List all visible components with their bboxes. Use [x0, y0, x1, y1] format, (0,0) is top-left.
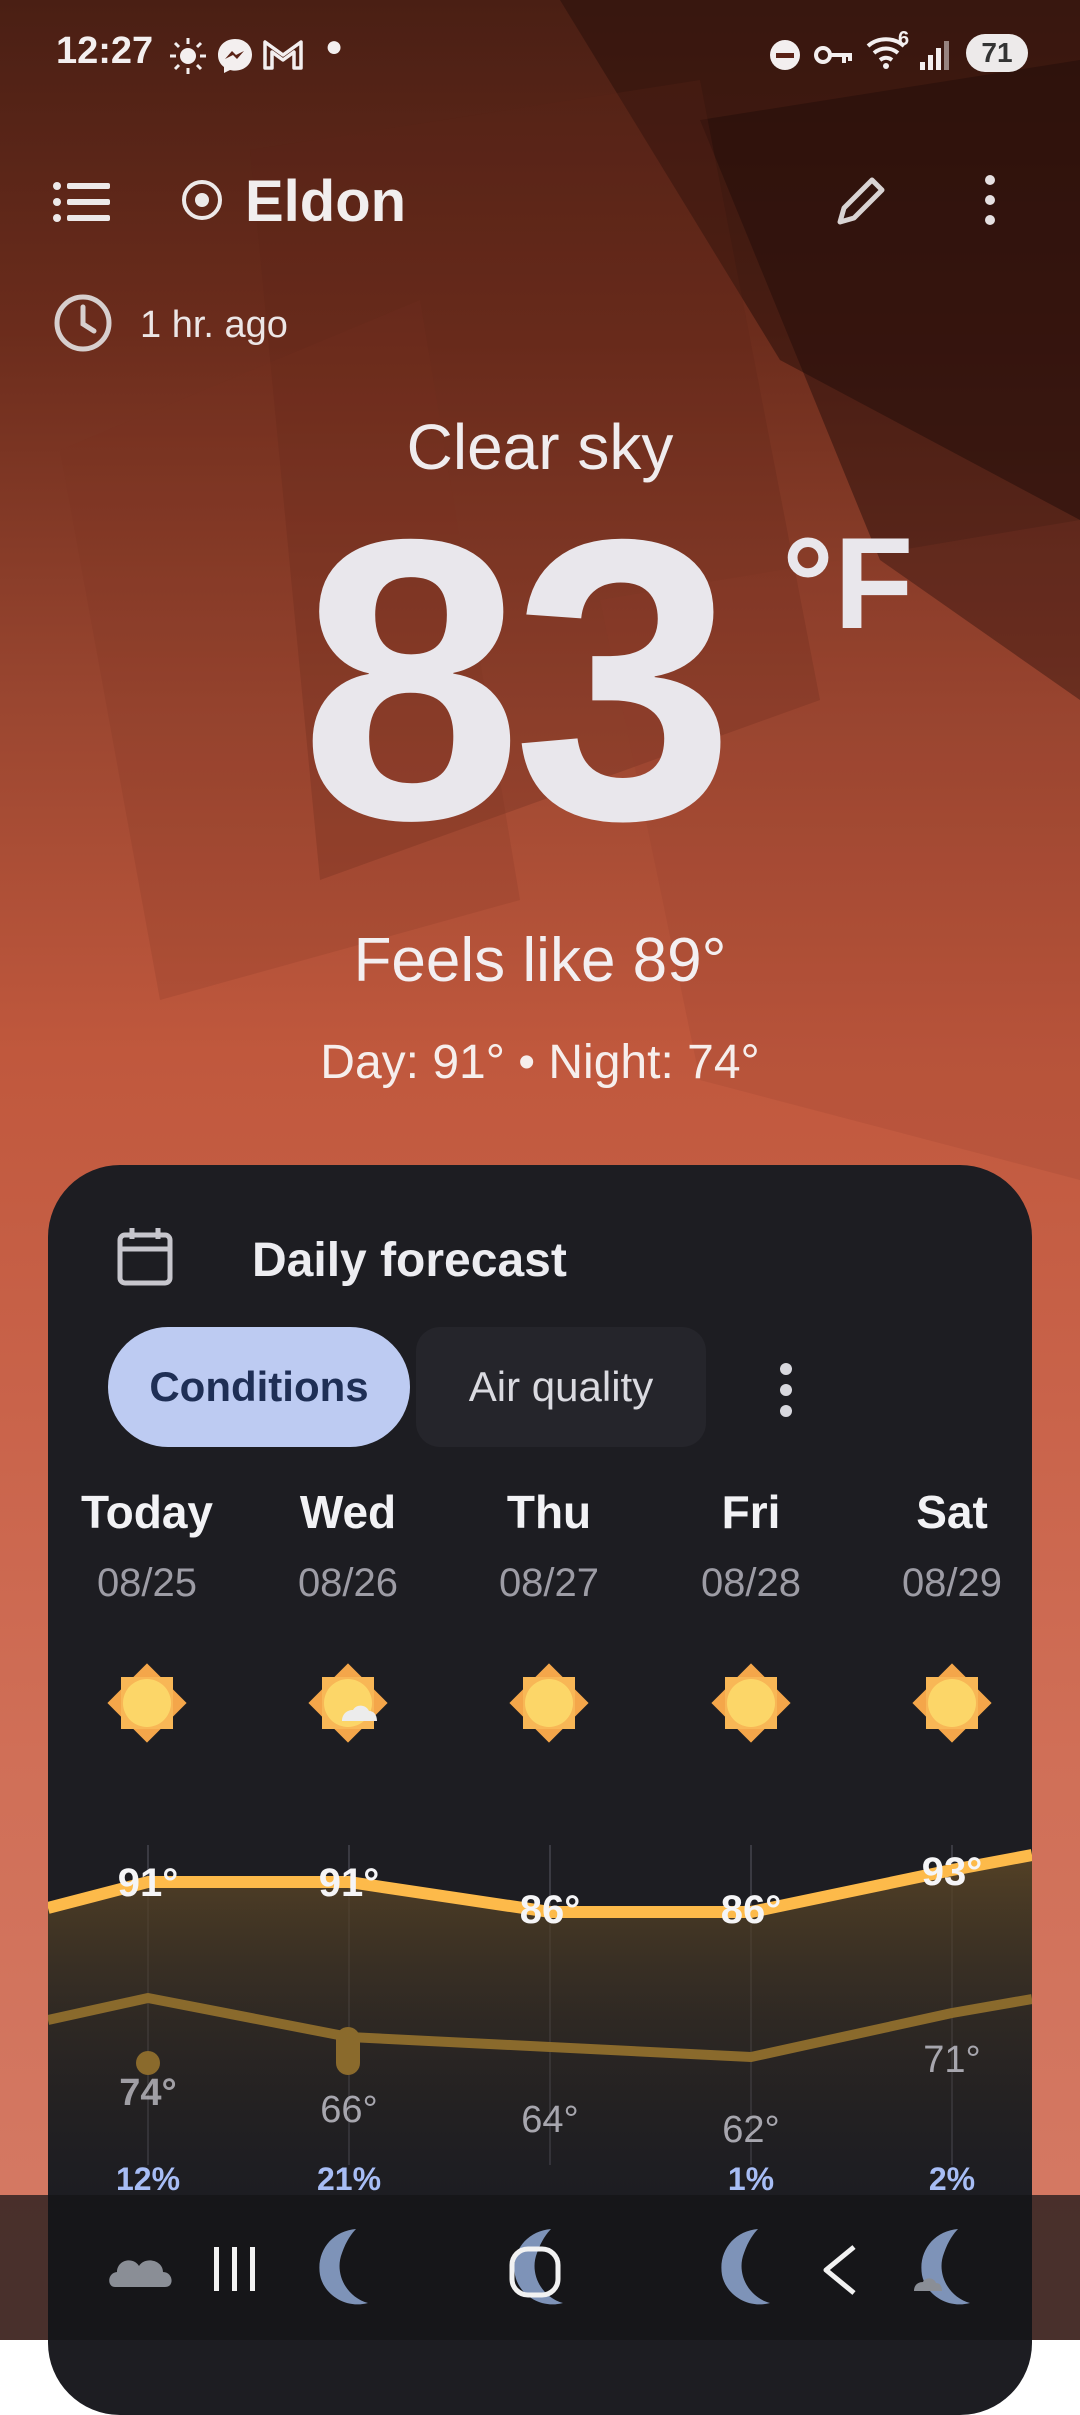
high-label: 93°	[922, 1850, 983, 1894]
day-name: Sat	[916, 1486, 988, 1538]
current-temperature: 83	[300, 456, 735, 903]
forecast-more-icon[interactable]	[756, 1355, 816, 1425]
cloudy-moon-icon	[914, 2229, 970, 2305]
sun-icon	[711, 1663, 791, 1743]
precip-bar	[336, 2027, 360, 2075]
back-button[interactable]	[818, 2243, 862, 2297]
sun-cloud-icon	[308, 1663, 388, 1743]
status-time: 12:27	[56, 30, 154, 72]
high-temperature-line	[48, 1849, 1032, 1918]
sun-icon	[509, 1663, 589, 1743]
precip-label: 1%	[728, 2161, 774, 2197]
wifi-badge: 6	[898, 28, 910, 50]
moon-icon	[721, 2229, 770, 2305]
precip-dot	[136, 2051, 160, 2075]
high-label: 86°	[520, 1888, 581, 1932]
day-name: Wed	[299, 1486, 397, 1538]
notification-dot-icon: ●	[325, 30, 344, 63]
navigation-bar	[0, 2195, 1080, 2340]
do-not-disturb-icon	[770, 40, 800, 70]
day-name: Today	[80, 1486, 214, 1538]
location-target-icon	[182, 180, 222, 220]
battery-indicator: 71	[966, 34, 1028, 72]
day-date: 08/25	[96, 1561, 198, 1605]
location-name[interactable]: Eldon	[245, 168, 406, 235]
temperature-unit: °F	[782, 510, 914, 656]
forecast-day-fri[interactable]: Fri 08/28	[651, 1485, 851, 1606]
tab-conditions[interactable]: Conditions	[108, 1327, 410, 1447]
forecast-day-today[interactable]: Today 08/25	[47, 1485, 247, 1606]
recent-apps-button[interactable]	[210, 2243, 260, 2295]
sun-icon	[912, 1663, 992, 1743]
high-label: 86°	[721, 1888, 782, 1932]
temperature-range-area	[48, 1855, 1032, 2195]
low-temperature-line	[48, 1993, 1032, 2062]
card-title: Daily forecast	[252, 1234, 567, 1287]
precip-label: 21%	[317, 2161, 381, 2197]
day-date: 08/27	[498, 1561, 600, 1605]
high-label: 91°	[319, 1861, 380, 1905]
home-button[interactable]	[508, 2245, 564, 2301]
more-options-icon[interactable]	[960, 170, 1020, 230]
day-date: 08/26	[297, 1561, 399, 1605]
brightness-icon	[170, 38, 206, 74]
updated-time-text: 1 hr. ago	[140, 304, 288, 346]
forecast-day-thu[interactable]: Thu 08/27	[449, 1485, 649, 1606]
moon-icon	[319, 2229, 368, 2305]
edit-pencil-icon[interactable]	[832, 170, 892, 230]
clock-icon	[54, 294, 112, 352]
day-night-temps: Day: 91° • Night: 74°	[320, 1036, 760, 1089]
sun-icon	[107, 1663, 187, 1743]
day-name: Fri	[721, 1486, 781, 1538]
status-bar: 12:27 ● 6 71	[0, 0, 1080, 110]
day-date: 08/29	[901, 1561, 1003, 1605]
day-name: Thu	[506, 1486, 592, 1538]
low-label: 74°	[119, 2072, 176, 2114]
forecast-day-sat[interactable]: Sat 08/29	[852, 1485, 1052, 1606]
messenger-icon	[218, 39, 252, 73]
precip-label: 12%	[116, 2161, 180, 2197]
vpn-key-icon	[814, 46, 852, 64]
cell-signal-icon	[920, 41, 949, 70]
gmail-icon	[263, 40, 303, 70]
low-label: 62°	[722, 2109, 779, 2151]
feels-like: Feels like 89°	[353, 926, 727, 995]
tab-air-quality[interactable]: Air quality	[416, 1327, 706, 1447]
low-label: 64°	[521, 2099, 578, 2141]
precip-label: 2%	[929, 2161, 975, 2197]
day-date: 08/28	[700, 1561, 802, 1605]
calendar-icon	[117, 1228, 173, 1286]
forecast-day-wed[interactable]: Wed 08/26	[248, 1485, 448, 1606]
low-label: 66°	[320, 2089, 377, 2131]
high-label: 91°	[118, 1861, 179, 1905]
locations-list-icon[interactable]	[52, 180, 112, 224]
low-label: 71°	[923, 2039, 980, 2081]
top-app-bar: Eldon	[0, 150, 1080, 250]
cloudy-night-icon	[109, 2260, 172, 2287]
